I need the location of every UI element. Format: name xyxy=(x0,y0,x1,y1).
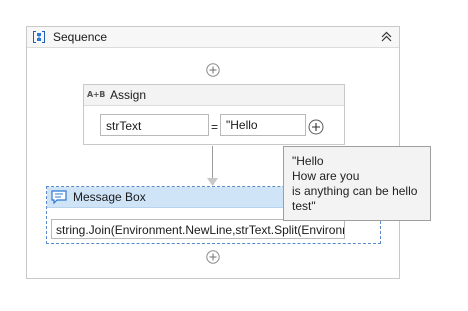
sequence-title: Sequence xyxy=(53,30,108,44)
add-assign-plus-icon[interactable] xyxy=(308,119,324,135)
assign-title: Assign xyxy=(110,88,147,102)
assign-header[interactable]: A+B Assign xyxy=(84,85,344,106)
assign-to-field[interactable]: strText xyxy=(100,114,209,136)
assign-equals-sign: = xyxy=(211,120,219,134)
assign-icon: A+B xyxy=(87,90,106,99)
assign-value-field[interactable]: "Hello ... xyxy=(220,114,306,136)
sequence-icon xyxy=(33,31,45,43)
add-activity-plus-icon[interactable] xyxy=(206,63,220,77)
message-box-text-field[interactable]: string.Join(Environment.NewLine,strText.… xyxy=(51,219,345,239)
assign-activity[interactable]: A+B Assign strText = "Hello ... xyxy=(83,84,345,145)
double-chevron-up-icon[interactable] xyxy=(380,30,393,43)
connector-arrow-icon xyxy=(207,178,218,186)
message-box-icon xyxy=(51,190,67,204)
value-tooltip: "Hello How are you is anything can be he… xyxy=(283,146,431,221)
sequence-header[interactable]: Sequence xyxy=(27,27,399,48)
message-box-title: Message Box xyxy=(73,190,146,204)
add-activity-bottom-plus-icon[interactable] xyxy=(206,250,220,264)
connector-line xyxy=(212,146,213,180)
